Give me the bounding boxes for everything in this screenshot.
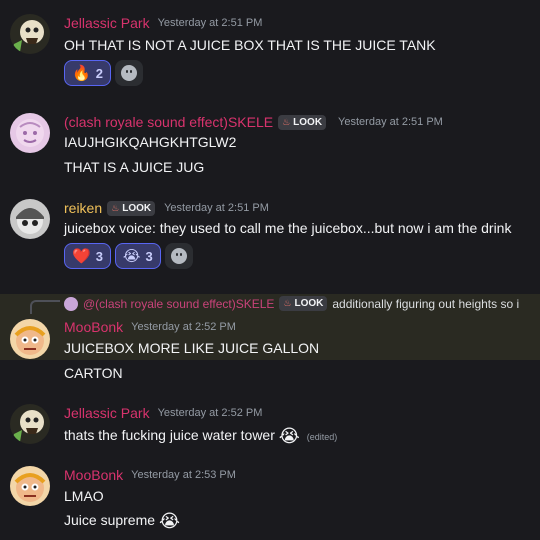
message-text: Juice supreme [64, 512, 156, 529]
message-text: CARTON [64, 365, 123, 381]
timestamp: Yesterday at 2:52 PM [157, 407, 263, 419]
avatar[interactable] [10, 14, 50, 54]
reaction-bar: 🔥 2 [64, 60, 143, 86]
edited-label: (edited) [306, 432, 338, 443]
tag-label: LOOK [293, 116, 323, 128]
add-reaction-button[interactable] [114, 60, 143, 86]
message-text: OH THAT IS NOT A JUICE BOX THAT IS THE J… [64, 37, 436, 53]
reply-connector [30, 300, 60, 314]
reaction-count: 2 [95, 65, 103, 81]
timestamp: Yesterday at 2:51 PM [338, 116, 443, 128]
avatar[interactable] [10, 199, 50, 239]
crying-face-icon: 😭 [158, 511, 180, 531]
role-tag[interactable]: ♨ LOOK [107, 200, 156, 216]
message-text-row: thats the fucking juice water tower 😭 (e… [64, 426, 337, 447]
tag-label: LOOK [122, 202, 152, 214]
message-text: JUICEBOX MORE LIKE JUICE GALLON [64, 340, 320, 356]
reply-preview[interactable]: @(clash royale sound effect)SKELE ♨ LOOK … [64, 296, 519, 311]
reaction-count: 3 [145, 248, 153, 264]
message-text: juicebox voice: they used to call me the… [64, 220, 512, 236]
crying-face-icon: 😭 [278, 426, 300, 446]
cake-icon: ♨ [283, 298, 292, 308]
avatar[interactable] [10, 319, 50, 359]
reaction-heart[interactable]: ❤️ 3 [64, 243, 111, 269]
heart-icon: ❤️ [72, 247, 91, 265]
timestamp: Yesterday at 2:52 PM [131, 321, 236, 333]
reply-author[interactable]: @(clash royale sound effect)SKELE [83, 297, 274, 311]
cake-icon: ♨ [282, 116, 291, 127]
message-text: IAUJHGIKQAHGKHTGLW2 [64, 134, 237, 150]
fire-icon: 🔥 [72, 64, 91, 82]
username[interactable]: Jellassic Park [64, 15, 150, 31]
tag-label: LOOK [294, 298, 324, 309]
smiley-icon [170, 248, 187, 264]
add-reaction-button[interactable] [164, 243, 193, 269]
message-text: LMAO [64, 488, 104, 504]
avatar[interactable] [10, 113, 50, 153]
timestamp: Yesterday at 2:51 PM [157, 17, 263, 29]
cake-icon: ♨ [111, 202, 120, 213]
reaction-fire[interactable]: 🔥 2 [64, 60, 111, 86]
crying-face-icon: 😭 [122, 247, 141, 265]
username[interactable]: (clash royale sound effect)SKELE [64, 114, 273, 130]
reply-text: additionally figuring out heights so i [332, 296, 520, 311]
message-text: THAT IS A JUICE JUG [64, 159, 205, 175]
username[interactable]: MooBonk [64, 319, 123, 335]
username[interactable]: MooBonk [64, 467, 123, 483]
avatar[interactable] [10, 404, 50, 444]
message-text: thats the fucking juice water tower [64, 427, 275, 444]
reaction-loudly-crying[interactable]: 😭 3 [114, 243, 161, 269]
reply-avatar [64, 296, 78, 311]
message-text-row: Juice supreme 😭 [64, 511, 180, 532]
role-tag[interactable]: ♨ LOOK [278, 114, 327, 130]
reaction-bar: ❤️ 3 😭 3 [64, 243, 193, 269]
role-tag[interactable]: ♨ LOOK [279, 296, 328, 311]
timestamp: Yesterday at 2:53 PM [131, 469, 236, 481]
timestamp: Yesterday at 2:51 PM [164, 202, 269, 214]
smiley-icon [120, 65, 137, 81]
reaction-count: 3 [95, 248, 103, 264]
avatar[interactable] [10, 466, 50, 506]
username[interactable]: Jellassic Park [64, 405, 150, 421]
username[interactable]: reiken [64, 200, 102, 216]
